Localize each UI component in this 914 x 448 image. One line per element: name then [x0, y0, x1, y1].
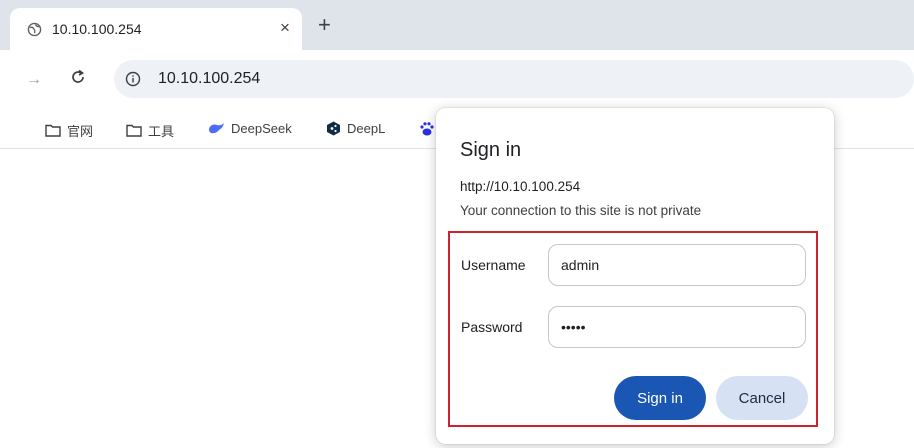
bookmark-deepseek[interactable]: DeepSeek	[208, 121, 292, 136]
bookmark-folder-gongju[interactable]: 工具	[126, 121, 174, 140]
password-field[interactable]	[548, 306, 806, 348]
browser-toolbar: → 10.10.100.254	[0, 50, 914, 112]
bookmark-label: DeepL	[347, 121, 386, 136]
sign-in-dialog: Sign in http://10.10.100.254 Your connec…	[436, 108, 834, 444]
tab-title: 10.10.100.254	[52, 21, 142, 37]
bookmark-baidu[interactable]	[420, 121, 434, 136]
sign-in-button[interactable]: Sign in	[614, 376, 706, 420]
reload-icon[interactable]	[70, 69, 86, 85]
bookmark-label: 工具	[148, 124, 175, 139]
browser-tab[interactable]: 10.10.100.254 ×	[10, 8, 302, 50]
bookmark-label: DeepSeek	[231, 121, 292, 136]
info-icon[interactable]	[125, 71, 141, 87]
connection-warning: Your connection to this site is not priv…	[460, 203, 702, 218]
dialog-origin: http://10.10.100.254	[460, 179, 581, 194]
folder-icon	[126, 124, 142, 137]
password-label: Password	[461, 319, 523, 335]
bookmark-deepl[interactable]: DeepL	[326, 121, 385, 136]
address-url[interactable]: 10.10.100.254	[158, 70, 260, 88]
cancel-button[interactable]: Cancel	[716, 376, 808, 420]
dialog-title: Sign in	[460, 139, 522, 161]
deepseek-icon	[209, 123, 224, 134]
bookmark-label: 官网	[67, 124, 94, 139]
bookmark-folder-guanwang[interactable]: 官网	[45, 121, 93, 140]
username-label: Username	[461, 257, 526, 273]
forward-button[interactable]: →	[26, 71, 42, 89]
paw-icon	[420, 122, 434, 136]
username-field[interactable]	[548, 244, 806, 286]
tab-close-icon[interactable]: ×	[280, 18, 290, 38]
globe-icon	[27, 22, 42, 37]
folder-icon	[45, 124, 61, 137]
new-tab-button[interactable]: +	[318, 14, 331, 36]
address-bar[interactable]: 10.10.100.254	[114, 60, 914, 98]
deepl-icon	[327, 121, 340, 136]
